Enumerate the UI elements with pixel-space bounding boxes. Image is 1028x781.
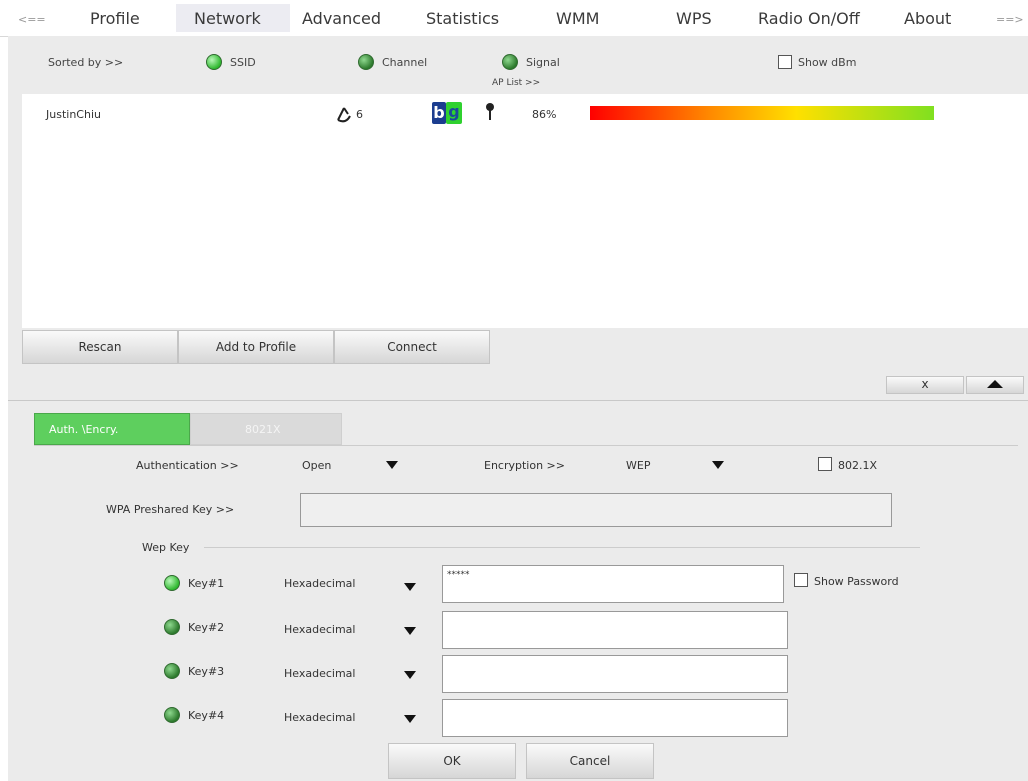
tab-8021x-label: 8021X [245, 423, 281, 436]
mode-g-badge: g [446, 102, 462, 124]
tab-advanced[interactable]: Advanced [302, 9, 381, 28]
up-arrow-icon [987, 380, 1003, 388]
tab-radio-on-off[interactable]: Radio On/Off [758, 9, 860, 28]
tab-auth-encry[interactable]: Auth. \Encry. [34, 413, 190, 445]
top-nav: <== Profile Network Advanced Statistics … [0, 0, 1028, 37]
rescan-button[interactable]: Rescan [22, 330, 178, 364]
encryption-dropdown-icon[interactable] [712, 461, 724, 469]
key4-radio[interactable] [164, 707, 180, 723]
key2-input[interactable] [442, 611, 788, 649]
8021x-checkbox[interactable] [818, 457, 832, 471]
key4-format-dropdown-icon[interactable] [404, 715, 416, 723]
ap-list-label: AP List >> [492, 78, 541, 88]
key2-format-dropdown-icon[interactable] [404, 627, 416, 635]
tab-about[interactable]: About [904, 9, 951, 28]
connect-button[interactable]: Connect [334, 330, 490, 364]
show-dbm-checkbox[interactable] [778, 55, 792, 69]
ap-row[interactable]: JustinChiu 6 b g 86% [22, 94, 1028, 134]
authentication-label: Authentication >> [136, 459, 239, 472]
ap-channel: 6 [356, 108, 363, 121]
channel-icon [334, 102, 358, 130]
show-password-label: Show Password [814, 575, 899, 588]
nav-next-arrow[interactable]: ==> [996, 13, 1024, 26]
key2-radio[interactable] [164, 619, 180, 635]
wep-key-group-label: Wep Key [142, 541, 190, 554]
ap-list[interactable]: JustinChiu 6 b g 86% [22, 94, 1028, 328]
key3-format-select[interactable]: Hexadecimal [284, 667, 355, 680]
sort-signal-radio[interactable] [502, 54, 518, 70]
tab-wmm[interactable]: WMM [556, 9, 599, 28]
sort-signal-label: Signal [526, 56, 560, 69]
authentication-select[interactable]: Open [302, 459, 331, 472]
key4-label: Key#4 [188, 709, 225, 722]
tab-wps[interactable]: WPS [676, 9, 712, 28]
nav-prev-arrow[interactable]: <== [18, 13, 46, 26]
tab-8021x[interactable]: 8021X [190, 413, 342, 445]
key1-input[interactable]: ***** [442, 565, 784, 603]
8021x-label: 802.1X [838, 459, 878, 472]
key2-format-select[interactable]: Hexadecimal [284, 623, 355, 636]
tab-profile[interactable]: Profile [90, 9, 140, 28]
key3-input[interactable] [442, 655, 788, 693]
sorted-by-label: Sorted by >> [48, 56, 124, 69]
key3-label: Key#3 [188, 665, 225, 678]
collapse-button[interactable]: x [886, 376, 964, 394]
key4-input[interactable] [442, 699, 788, 737]
key3-radio[interactable] [164, 663, 180, 679]
wep-key-group-divider [204, 547, 920, 548]
key2-label: Key#2 [188, 621, 225, 634]
show-dbm-label: Show dBm [798, 56, 857, 69]
tab-statistics[interactable]: Statistics [426, 9, 499, 28]
key3-format-dropdown-icon[interactable] [404, 671, 416, 679]
tab-network[interactable]: Network [194, 9, 261, 28]
key1-format-select[interactable]: Hexadecimal [284, 577, 355, 590]
authentication-dropdown-icon[interactable] [386, 461, 398, 469]
sort-channel-label: Channel [382, 56, 428, 69]
show-password-checkbox[interactable] [794, 573, 808, 587]
key4-format-select[interactable]: Hexadecimal [284, 711, 355, 724]
sort-ssid-radio[interactable] [206, 54, 222, 70]
add-to-profile-button[interactable]: Add to Profile [178, 330, 334, 364]
encryption-select[interactable]: WEP [626, 459, 650, 472]
signal-bar-fill [590, 106, 934, 120]
key1-format-dropdown-icon[interactable] [404, 583, 416, 591]
key-icon [484, 102, 496, 126]
ap-ssid: JustinChiu [46, 108, 101, 121]
ap-signal-text: 86% [532, 108, 557, 121]
key1-radio[interactable] [164, 575, 180, 591]
cancel-button[interactable]: Cancel [526, 743, 654, 779]
tab-divider [34, 445, 1018, 446]
expand-up-button[interactable] [966, 376, 1024, 394]
ok-button[interactable]: OK [388, 743, 516, 779]
wpa-preshared-key-input[interactable] [300, 493, 892, 527]
security-panel: Auth. \Encry. 8021X Authentication >> Op… [8, 400, 1028, 781]
key1-label: Key#1 [188, 577, 225, 590]
sort-ssid-label: SSID [230, 56, 256, 69]
encryption-label: Encryption >> [484, 459, 565, 472]
sort-channel-radio[interactable] [358, 54, 374, 70]
tab-auth-encry-label: Auth. \Encry. [49, 423, 119, 436]
wpa-preshared-key-label: WPA Preshared Key >> [106, 503, 235, 516]
signal-bar-track [590, 106, 990, 120]
mode-b-badge: b [432, 102, 446, 124]
